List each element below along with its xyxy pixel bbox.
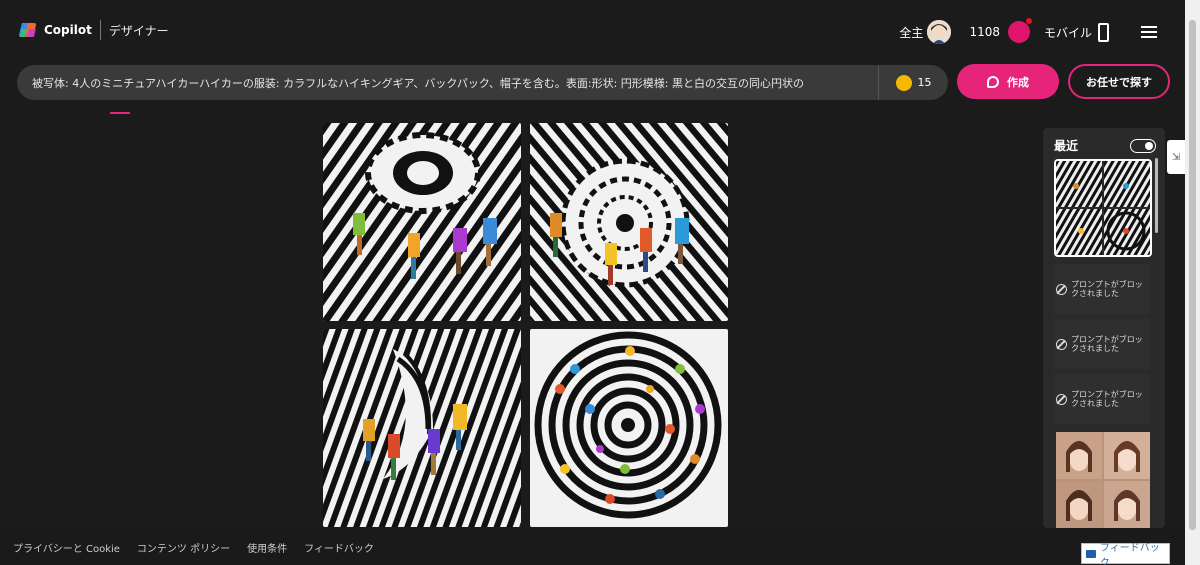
footer-links: プライバシーと Cookie コンテンツ ポリシー 使用条件 フィードバック [13, 540, 374, 555]
mobile-label[interactable]: モバイル [1044, 24, 1092, 41]
coin-count: 15 [917, 76, 932, 89]
footer-link-content-policy[interactable]: コンテンツ ポリシー [137, 540, 230, 555]
coin-balance: 15 [878, 65, 948, 100]
footer: プライバシーと Cookie コンテンツ ポリシー 使用条件 フィードバック フ… [0, 529, 1185, 565]
collapse-sidebar-icon[interactable]: ⇲ [1167, 140, 1185, 174]
footer-link-feedback[interactable]: フィードバック [304, 540, 374, 555]
brand-divider [99, 20, 101, 40]
avatar[interactable] [927, 20, 952, 44]
header: Copilot デザイナー 全主 1108 モバイル [0, 0, 1185, 64]
header-right: 全主 1108 モバイル [899, 18, 1157, 45]
blocked-icon [1056, 283, 1067, 295]
blocked-item[interactable]: プロンプトがブロックされました [1054, 319, 1150, 369]
phone-icon[interactable] [1098, 22, 1109, 42]
recent-sidebar: 最近 プロンプトがブロックされました プロンプトがブロックされました プロンプト… [1043, 128, 1165, 528]
brand[interactable]: Copilot デザイナー [18, 20, 169, 40]
footer-link-privacy[interactable]: プライバシーと Cookie [13, 540, 120, 555]
blocked-label: プロンプトがブロックされました [1071, 280, 1143, 298]
create-button[interactable]: 作成 [957, 64, 1059, 99]
blocked-icon [1056, 338, 1067, 350]
create-icon [987, 75, 999, 88]
user-label[interactable]: 全主 [899, 24, 923, 41]
blocked-item[interactable]: プロンプトがブロックされました [1054, 374, 1150, 424]
designer-label: デザイナー [108, 23, 169, 38]
generated-image-2[interactable] [530, 123, 728, 321]
generated-image-3[interactable] [323, 329, 521, 527]
blocked-item[interactable]: プロンプトがブロックされました [1054, 264, 1150, 314]
generated-image-4[interactable] [530, 329, 728, 527]
blocked-label: プロンプトがブロックされました [1071, 335, 1143, 353]
create-label: 作成 [1007, 75, 1029, 89]
page-scrollbar-thumb[interactable] [1189, 20, 1196, 530]
feedback-icon [1086, 549, 1096, 558]
surprise-me-button[interactable]: お任せで探す [1068, 64, 1170, 99]
recent-thumbnail-portraits[interactable] [1056, 432, 1150, 528]
surprise-label: お任せで探す [1086, 75, 1152, 89]
prompt-input[interactable]: 被写体: 4人のミニチュアハイカーハイカーの服装: カラフルなハイキングギア、バ… [17, 65, 948, 100]
copilot-logo-icon [18, 20, 38, 40]
footer-link-terms[interactable]: 使用条件 [247, 540, 287, 555]
hamburger-menu-icon[interactable] [1141, 26, 1157, 38]
sidebar-scrollbar[interactable] [1155, 158, 1158, 233]
recent-toggle[interactable] [1130, 139, 1156, 153]
boost-icon[interactable] [1007, 18, 1032, 43]
generated-image-1[interactable] [323, 123, 521, 321]
active-tab-indicator [110, 112, 130, 114]
prompt-text[interactable]: 被写体: 4人のミニチュアハイカーハイカーの服装: カラフルなハイキングギア、バ… [32, 75, 862, 91]
feedback-button-label: フィードバック [1099, 542, 1160, 565]
feedback-button[interactable]: フィードバック [1081, 543, 1170, 565]
boost-count: 1108 [969, 25, 1000, 39]
blocked-icon [1056, 393, 1067, 405]
sidebar-title: 最近 [1054, 139, 1079, 153]
blocked-label: プロンプトがブロックされました [1071, 390, 1143, 408]
brand-name: Copilot [44, 23, 92, 37]
page-scrollbar[interactable] [1185, 0, 1200, 565]
recent-thumbnail-selected[interactable] [1054, 159, 1152, 257]
coin-icon [895, 74, 912, 91]
